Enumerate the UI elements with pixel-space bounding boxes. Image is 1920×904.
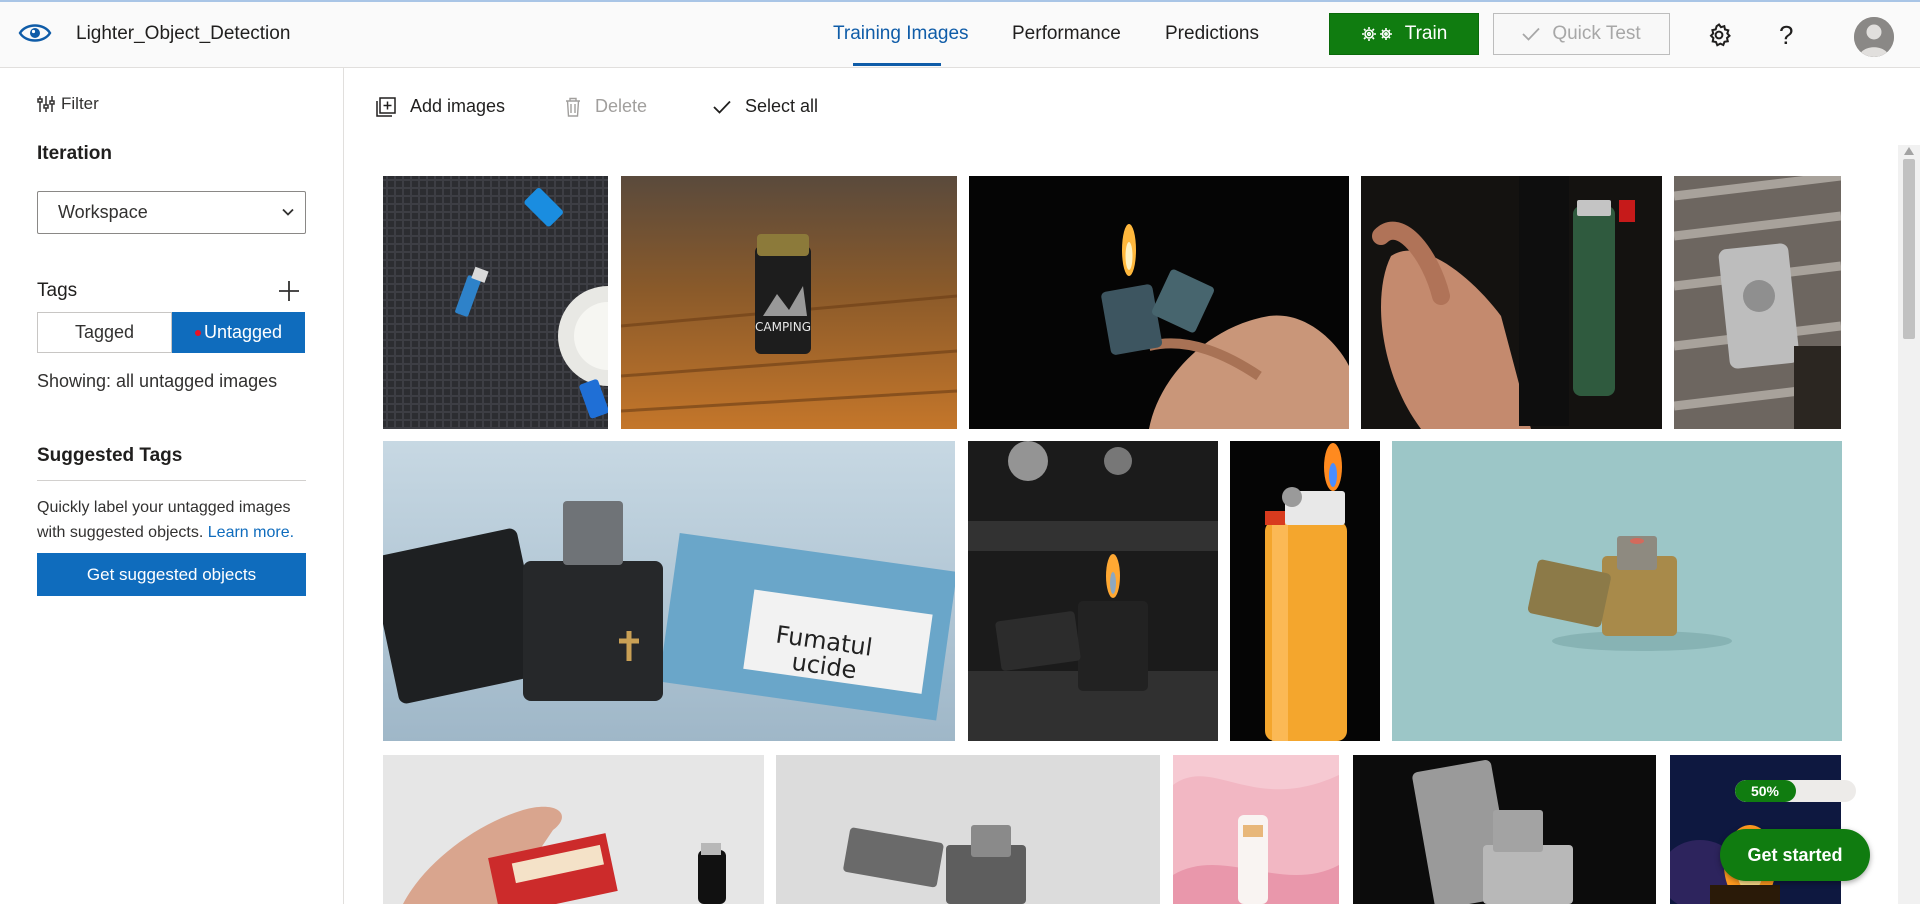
lighter-photo: [1230, 441, 1380, 741]
train-button[interactable]: Train: [1329, 13, 1479, 55]
quick-test-button[interactable]: Quick Test: [1493, 13, 1670, 55]
gallery-image-5[interactable]: [1674, 176, 1841, 429]
select-all-label: Select all: [745, 96, 819, 116]
divider: [37, 480, 306, 481]
delete-button[interactable]: Delete: [565, 96, 647, 117]
filter-sliders-icon: [37, 96, 55, 112]
eye-icon[interactable]: [18, 20, 52, 46]
gear-icon[interactable]: [1706, 22, 1732, 48]
add-images-label: Add images: [410, 96, 506, 116]
active-tab-indicator: [853, 63, 941, 66]
tab-training-images[interactable]: Training Images: [833, 23, 969, 45]
gallery-image-13[interactable]: [1353, 755, 1656, 904]
gallery-image-9[interactable]: [1392, 441, 1842, 741]
select-all-button[interactable]: Select all: [713, 96, 818, 117]
lighter-photo: [1392, 441, 1842, 741]
untagged-label: Untagged: [203, 322, 283, 342]
gallery-image-7[interactable]: [968, 441, 1218, 741]
check-icon: [1522, 27, 1540, 41]
lighter-photo: [383, 176, 608, 429]
lighter-photo: [1353, 755, 1656, 904]
lighter-photo: [383, 755, 764, 904]
tab-predictions[interactable]: Predictions: [1165, 23, 1259, 45]
trash-icon: [566, 97, 580, 117]
untagged-filter-button[interactable]: Untagged: [172, 312, 305, 353]
lighter-photo: [968, 441, 1218, 741]
project-title: Lighter_Object_Detection: [76, 23, 291, 44]
lighter-photo: [1361, 176, 1662, 429]
gallery-image-2[interactable]: CAMPING: [621, 176, 957, 429]
progress-label: 50%: [1750, 783, 1780, 799]
tagged-filter-button[interactable]: Tagged: [37, 312, 172, 353]
lighter-photo: [969, 176, 1349, 429]
gallery-image-6[interactable]: Fumatul ucide: [383, 441, 955, 741]
showing-status: Showing: all untagged images: [37, 371, 278, 391]
delete-label: Delete: [595, 96, 648, 116]
gallery-image-3[interactable]: [969, 176, 1349, 429]
add-images-button[interactable]: Add images: [376, 96, 505, 117]
gallery-image-10[interactable]: [383, 755, 764, 904]
quick-test-label: Quick Test: [1552, 23, 1641, 44]
left-sidebar: Filter Iteration Workspace Tags Tagged U…: [0, 68, 344, 904]
get-started-button[interactable]: Get started: [1720, 829, 1870, 881]
learn-more-link[interactable]: Learn more.: [208, 524, 294, 541]
checkmark-icon: [713, 100, 731, 114]
svg-text:CAMPING: CAMPING: [755, 320, 811, 334]
help-icon[interactable]: ?: [1779, 20, 1805, 50]
lighter-photo: Fumatul ucide: [383, 441, 955, 741]
suggested-description: Quickly label your untagged images with …: [37, 495, 317, 545]
gallery-image-12[interactable]: [1173, 755, 1339, 904]
gallery-image-4[interactable]: [1361, 176, 1662, 429]
onboarding-progress: 50%: [1735, 780, 1856, 802]
lighter-photo: [776, 755, 1160, 904]
scroll-up-arrow-icon[interactable]: [1904, 147, 1914, 155]
filter-button[interactable]: Filter: [37, 94, 99, 114]
iteration-value: Workspace: [58, 202, 148, 222]
gallery-scrollbar[interactable]: [1898, 145, 1920, 904]
gears-icon: [1361, 27, 1392, 41]
gallery-image-1[interactable]: [383, 176, 608, 429]
lighter-photo: [1173, 755, 1339, 904]
app-window: Lighter_Object_Detection Training Images…: [0, 0, 1920, 904]
get-suggested-objects-button[interactable]: Get suggested objects: [37, 553, 306, 596]
gallery-image-11[interactable]: [776, 755, 1160, 904]
avatar[interactable]: [1854, 17, 1894, 57]
image-gallery: CAMPING Fumatul ucide: [383, 176, 1843, 904]
lighter-photo: [1674, 176, 1841, 429]
tags-heading: Tags: [37, 280, 78, 301]
iteration-heading: Iteration: [37, 143, 112, 164]
top-header: Lighter_Object_Detection Training Images…: [0, 0, 1920, 68]
scrollbar-thumb[interactable]: [1903, 159, 1915, 339]
iteration-select[interactable]: Workspace: [37, 191, 306, 234]
chevron-down-icon: [282, 208, 294, 216]
add-tag-icon[interactable]: [276, 278, 302, 304]
filter-label: Filter: [61, 94, 99, 113]
untagged-dot: [194, 329, 201, 336]
add-images-icon: [376, 96, 396, 117]
suggested-tags-heading: Suggested Tags: [37, 445, 183, 466]
lighter-photo: CAMPING: [621, 176, 957, 429]
tab-performance[interactable]: Performance: [1012, 23, 1121, 45]
user-icon: [1854, 17, 1894, 57]
gallery-image-8[interactable]: [1230, 441, 1380, 741]
train-label: Train: [1404, 23, 1448, 44]
